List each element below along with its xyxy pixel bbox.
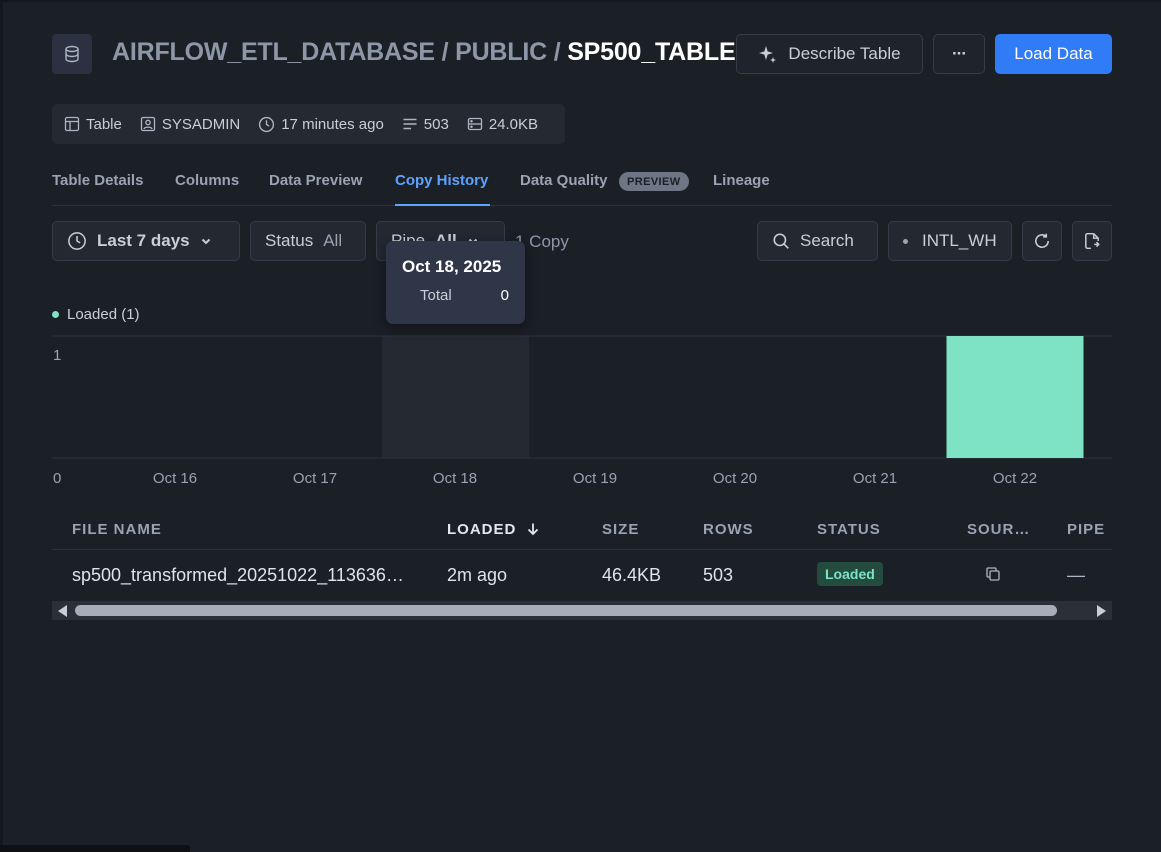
column-header-status[interactable]: STATUS: [817, 521, 881, 538]
table-row[interactable]: sp500_transformed_20251022_113636… 2m ag…: [52, 551, 1112, 601]
cell-loaded: 2m ago: [447, 565, 508, 585]
window-frame-left: [0, 0, 3, 852]
copy-history-chart: 1 0 Oct 16 Oct 17 Oct 18 Oct 19 Oct 20 Oct 21 Oc…: [52, 335, 1112, 487]
column-header-size[interactable]: SIZE: [602, 521, 639, 538]
meta-size: 24.0KB: [467, 116, 538, 133]
breadcrumb-table: SP500_TABLE: [567, 38, 736, 66]
page-title: AIRFLOW_ETL_DATABASE / PUBLIC / SP500_TA…: [112, 38, 736, 67]
sort-descending-icon: [527, 523, 538, 536]
tab-copy-history[interactable]: Copy History: [395, 172, 488, 189]
ellipsis-icon: ···: [952, 44, 967, 63]
tooltip-date: Oct 18, 2025: [402, 257, 502, 276]
warehouse-selector[interactable]: INTL_WH: [888, 221, 1012, 261]
tab-data-quality[interactable]: Data Quality: [520, 172, 608, 189]
describe-table-label: Describe Table: [788, 44, 901, 63]
tab-data-preview[interactable]: Data Preview: [269, 172, 362, 189]
cell-file-name[interactable]: sp500_transformed_20251022_113636…: [72, 565, 404, 586]
warehouse-status-dot: [903, 238, 908, 244]
status-filter-label: Status: [265, 231, 314, 250]
taskbar-edge: [0, 845, 190, 852]
x-tick-label: Oct 21: [853, 470, 897, 487]
chevron-down-icon: [201, 238, 210, 245]
legend-label-loaded: Loaded (1): [67, 306, 140, 323]
export-file-icon: [1085, 232, 1100, 250]
hover-highlight-band: [382, 336, 529, 458]
table-metadata: Table SYSADMIN 17 minutes ago 503 24.0KB: [52, 104, 565, 144]
tooltip-value: 0: [500, 287, 509, 304]
cell-size: 46.4KB: [602, 565, 662, 585]
search-label: Search: [800, 231, 854, 250]
storage-icon: [467, 117, 482, 131]
preview-badge: PREVIEW: [619, 172, 689, 191]
clock-icon: [259, 116, 275, 132]
export-button[interactable]: [1072, 221, 1112, 261]
meta-rows: 503: [402, 116, 449, 133]
refresh-icon: [1035, 233, 1049, 249]
load-data-button[interactable]: Load Data: [995, 34, 1112, 74]
x-tick-label: Oct 16: [153, 470, 197, 487]
meta-owner: SYSADMIN: [140, 116, 240, 133]
tooltip-label: Total: [420, 287, 452, 304]
x-tick-label: Oct 17: [293, 470, 337, 487]
user-badge-icon: [140, 116, 156, 132]
status-badge: Loaded: [817, 562, 883, 586]
more-options-button[interactable]: ···: [933, 34, 985, 74]
date-range-dropdown[interactable]: Last 7 days: [52, 221, 240, 261]
table-header: FILE NAME LOADED SIZE ROWS STATUS SOUR… …: [52, 508, 1112, 550]
refresh-button[interactable]: [1022, 221, 1062, 261]
chart-tooltip: Oct 18, 2025 Total 0: [386, 241, 525, 324]
column-header-file-name[interactable]: FILE NAME: [72, 521, 162, 538]
column-header-pipe[interactable]: PIPE: [1067, 521, 1105, 538]
column-header-loaded[interactable]: LOADED: [447, 521, 540, 538]
database-icon: [52, 34, 92, 74]
meta-type: Table: [64, 116, 122, 133]
x-tick-label: Oct 22: [993, 470, 1037, 487]
date-range-value: Last 7 days: [97, 231, 190, 250]
y-tick-label: 0: [53, 470, 61, 487]
chart-legend: Loaded (1): [52, 306, 140, 323]
x-tick-label: Oct 18: [433, 470, 477, 487]
describe-table-button[interactable]: Describe Table: [736, 34, 923, 74]
tab-table-details[interactable]: Table Details: [52, 172, 143, 189]
breadcrumb-separator: /: [546, 38, 568, 66]
copy-icon[interactable]: [985, 566, 1001, 587]
tab-lineage[interactable]: Lineage: [713, 172, 770, 189]
x-tick-label: Oct 20: [713, 470, 757, 487]
cell-pipe: —: [1067, 565, 1085, 585]
scroll-right-arrow-icon[interactable]: [1097, 605, 1106, 617]
horizontal-scrollbar[interactable]: [52, 601, 1112, 620]
tab-bar: Table Details Columns Data Preview Copy …: [52, 162, 1112, 206]
cell-rows: 503: [703, 565, 734, 585]
search-button[interactable]: Search: [757, 221, 878, 261]
window-frame-top: [0, 0, 1161, 2]
x-tick-label: Oct 19: [573, 470, 617, 487]
status-filter-value: All: [323, 231, 343, 250]
sparkle-icon: [759, 46, 777, 63]
status-filter[interactable]: Status All: [250, 221, 366, 261]
clock-icon: [68, 232, 86, 250]
column-header-source[interactable]: SOUR…: [967, 521, 1030, 538]
y-tick-label: 1: [53, 347, 61, 364]
legend-swatch-loaded: [52, 311, 59, 318]
breadcrumb-database[interactable]: AIRFLOW_ETL_DATABASE: [112, 38, 435, 66]
rows-icon: [403, 118, 417, 130]
search-icon: [773, 233, 789, 249]
load-data-label: Load Data: [1014, 44, 1093, 63]
column-header-rows[interactable]: ROWS: [703, 521, 754, 538]
warehouse-name: INTL_WH: [922, 231, 997, 250]
bar-oct-22: [946, 336, 1084, 458]
scrollbar-thumb[interactable]: [75, 605, 1057, 616]
active-tab-indicator: [395, 204, 490, 206]
breadcrumb-separator: /: [434, 38, 456, 66]
meta-updated: 17 minutes ago: [258, 116, 384, 133]
scroll-left-arrow-icon[interactable]: [58, 605, 67, 617]
breadcrumb-schema[interactable]: PUBLIC: [455, 38, 547, 66]
tab-columns[interactable]: Columns: [175, 172, 239, 189]
table-icon: [64, 116, 80, 132]
